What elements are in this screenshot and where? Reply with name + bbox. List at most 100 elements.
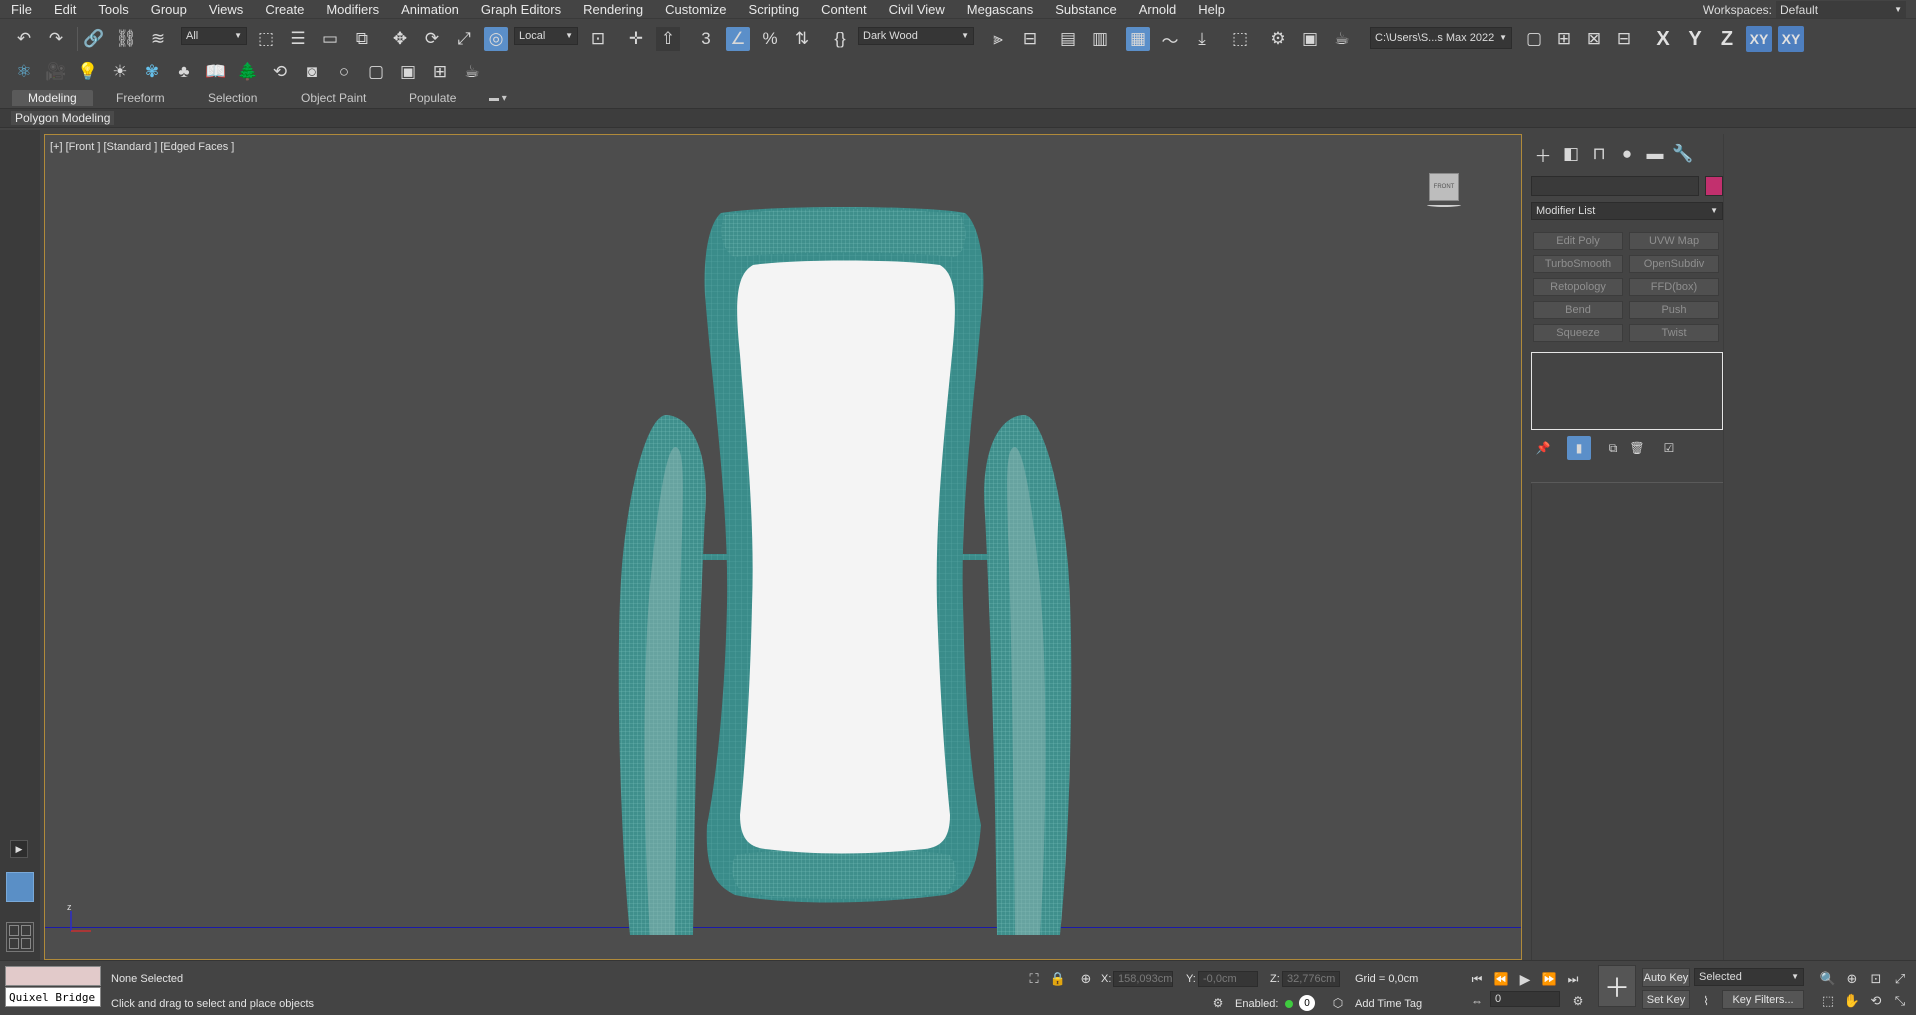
quad-viewport-layout-icon[interactable]: [6, 922, 34, 952]
utilities-tab-icon[interactable]: 🔧: [1671, 142, 1695, 166]
axis-xy-button[interactable]: XY: [1746, 26, 1772, 52]
squeeze-button[interactable]: Squeeze: [1533, 324, 1623, 342]
orbit-icon[interactable]: ⟲: [1864, 989, 1888, 1013]
zoom-icon[interactable]: 🔍: [1816, 967, 1840, 991]
render-region-icon[interactable]: ▣: [396, 60, 420, 84]
x-coordinate-field[interactable]: 158,093cm: [1113, 971, 1173, 987]
unlink-icon[interactable]: ⛓: [114, 27, 138, 51]
spinner-snap-icon[interactable]: ⇅: [790, 27, 814, 51]
ribbon-options-icon[interactable]: ▬ ▾: [489, 90, 507, 106]
axis-z-button[interactable]: Z: [1714, 26, 1740, 52]
make-unique-icon[interactable]: ⧉: [1601, 436, 1625, 460]
tree-icon[interactable]: ♣: [172, 60, 196, 84]
scale-icon[interactable]: ⤢: [452, 27, 476, 51]
snaps-toggle-icon[interactable]: 3: [694, 27, 718, 51]
menu-animation[interactable]: Animation: [390, 2, 470, 17]
show-end-result-icon[interactable]: ▮: [1567, 436, 1591, 460]
time-tag-icon[interactable]: ⬡: [1326, 991, 1350, 1015]
bind-space-warp-icon[interactable]: ≋: [146, 27, 170, 51]
undo-icon[interactable]: ↶: [12, 27, 36, 51]
menu-substance[interactable]: Substance: [1044, 2, 1127, 17]
material-editor-icon[interactable]: ⬚: [1228, 27, 1252, 51]
pine-icon[interactable]: 🌲: [236, 60, 260, 84]
select-manipulate-icon[interactable]: ✛: [624, 27, 648, 51]
percent-snap-icon[interactable]: %: [758, 27, 782, 51]
box-icon[interactable]: ▢: [364, 60, 388, 84]
zoom-extents-all-icon[interactable]: ⤢: [1888, 967, 1912, 991]
maxscript-input[interactable]: Quixel Bridge: [5, 987, 101, 1007]
mirror-stand-model[interactable]: [45, 135, 1522, 960]
edit-poly-button[interactable]: Edit Poly: [1533, 232, 1623, 250]
menu-arnold[interactable]: Arnold: [1128, 2, 1188, 17]
push-button[interactable]: Push: [1629, 301, 1719, 319]
selection-lock-icon[interactable]: 🔒: [1046, 967, 1070, 991]
select-by-name-icon[interactable]: ☰: [286, 27, 310, 51]
named-selection-dropdown[interactable]: Dark Wood ▼: [858, 27, 974, 45]
configure-modifier-sets-icon[interactable]: ☑: [1657, 436, 1681, 460]
menu-modifiers[interactable]: Modifiers: [315, 2, 390, 17]
tab-object-paint[interactable]: Object Paint: [301, 90, 366, 106]
key-mode-toggle-icon[interactable]: ⇔: [1465, 989, 1489, 1013]
menu-views[interactable]: Views: [198, 2, 254, 17]
render-production-icon[interactable]: ☕: [1330, 27, 1354, 51]
named-selection-icon[interactable]: {}: [828, 27, 852, 51]
rectangular-selection-icon[interactable]: ▭: [318, 27, 342, 51]
menu-edit[interactable]: Edit: [43, 2, 87, 17]
bulb-outline-icon[interactable]: ○: [332, 60, 356, 84]
menu-customize[interactable]: Customize: [654, 2, 737, 17]
menu-file[interactable]: File: [0, 2, 43, 17]
default-in-out-tangent-icon[interactable]: ⌇: [1694, 989, 1718, 1013]
object-name-field[interactable]: [1531, 176, 1699, 196]
axis-x-button[interactable]: X: [1650, 26, 1676, 52]
pivot-center-icon[interactable]: ⊡: [586, 27, 610, 51]
go-to-end-icon[interactable]: ⏭: [1561, 967, 1585, 991]
teapot-icon[interactable]: ☕: [460, 60, 484, 84]
sun-icon[interactable]: ☀: [108, 60, 132, 84]
render-setup-icon[interactable]: ⚙: [1266, 27, 1290, 51]
refresh-icon[interactable]: ⟲: [268, 60, 292, 84]
set-keys-icon[interactable]: ＋: [1598, 965, 1636, 1007]
rotate-icon[interactable]: ⟳: [420, 27, 444, 51]
reference-coord-dropdown[interactable]: Local ▼: [514, 27, 578, 45]
open-parent-icon[interactable]: ⊠: [1582, 27, 1606, 51]
pin-stack-icon[interactable]: 📌: [1531, 436, 1555, 460]
modifier-stack[interactable]: [1531, 352, 1723, 430]
turbosmooth-button[interactable]: TurboSmooth: [1533, 255, 1623, 273]
field-of-view-icon[interactable]: ⬚: [1816, 989, 1840, 1013]
ffd-box-button[interactable]: FFD(box): [1629, 278, 1719, 296]
motion-tab-icon[interactable]: ●: [1615, 142, 1639, 166]
adaptive-degradation-icon[interactable]: ⚙: [1206, 991, 1230, 1015]
selection-filter-dropdown[interactable]: All ▼: [181, 27, 247, 45]
menu-civil-view[interactable]: Civil View: [878, 2, 956, 17]
align-icon[interactable]: ⊟: [1018, 27, 1042, 51]
tab-freeform[interactable]: Freeform: [116, 90, 165, 106]
add-time-tag[interactable]: Add Time Tag: [1355, 998, 1422, 1010]
opensubdiv-button[interactable]: OpenSubdiv: [1629, 255, 1719, 273]
tab-modeling[interactable]: Modeling: [12, 90, 93, 106]
z-coordinate-field[interactable]: 32,776cm: [1282, 971, 1340, 987]
camera-icon[interactable]: 🎥: [44, 60, 68, 84]
auto-key-button[interactable]: Auto Key: [1642, 968, 1690, 987]
object-color-swatch[interactable]: [1705, 176, 1723, 196]
menu-help[interactable]: Help: [1187, 2, 1236, 17]
menu-create[interactable]: Create: [254, 2, 315, 17]
shader-ball-icon[interactable]: ◙: [300, 60, 324, 84]
menu-graph-editors[interactable]: Graph Editors: [470, 2, 572, 17]
select-object-icon[interactable]: ⬚: [254, 27, 278, 51]
modify-tab-icon[interactable]: ◧: [1559, 142, 1583, 166]
viewport-icon[interactable]: ⊞: [428, 60, 452, 84]
scene-explorer-icon[interactable]: ▤: [1056, 27, 1080, 51]
workspace-dropdown[interactable]: Default ▼: [1776, 1, 1906, 18]
link-icon[interactable]: 🔗: [82, 27, 106, 51]
set-key-button[interactable]: Set Key: [1642, 990, 1690, 1009]
expand-layout-icon[interactable]: ▶: [10, 840, 28, 858]
play-icon[interactable]: ▶: [1513, 967, 1537, 991]
time-config-icon[interactable]: ⚙: [1566, 989, 1590, 1013]
maxscript-listener-pink[interactable]: [5, 966, 101, 986]
isolate-selection-icon[interactable]: ⛶: [1022, 967, 1046, 991]
bend-button[interactable]: Bend: [1533, 301, 1623, 319]
remove-modifier-icon[interactable]: 🗑: [1625, 436, 1649, 460]
menu-megascans[interactable]: Megascans: [956, 2, 1044, 17]
curve-editor-icon[interactable]: 〜: [1158, 27, 1182, 51]
open-child-icon[interactable]: ⊞: [1552, 27, 1576, 51]
